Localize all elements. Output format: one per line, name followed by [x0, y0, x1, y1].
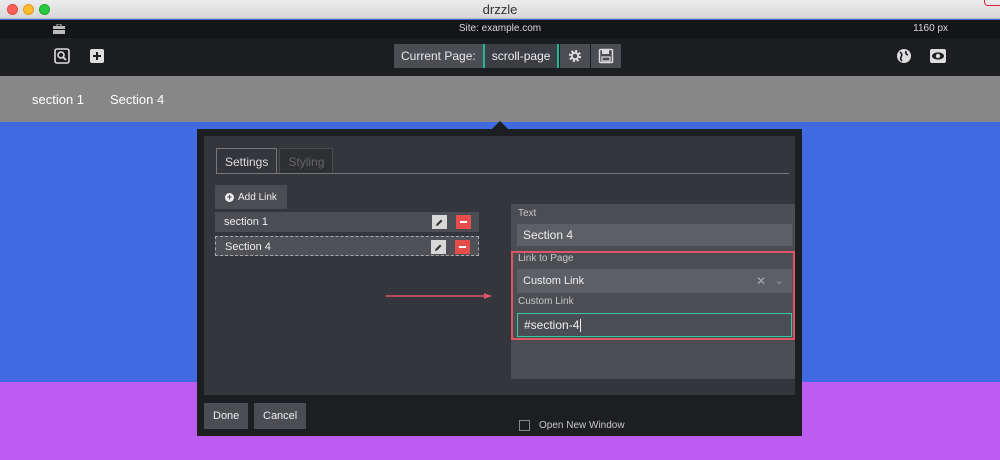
- link-text-input[interactable]: Section 4: [517, 224, 792, 246]
- open-new-window-checkbox[interactable]: [519, 420, 530, 431]
- link-item-section-1[interactable]: section 1: [215, 212, 479, 232]
- site-bar: Site: example.com 1160 px: [0, 20, 1000, 38]
- text-cursor: [580, 319, 582, 333]
- custom-link-input[interactable]: #section-4: [517, 313, 792, 337]
- custom-link-label: Custom Link: [518, 296, 574, 307]
- link-item-section-4[interactable]: Section 4: [215, 236, 479, 256]
- plus-circle-icon: +: [225, 191, 234, 202]
- viewport-width: 1160 px: [913, 23, 948, 34]
- nav-link-section-4[interactable]: Section 4: [110, 92, 164, 107]
- chevron-down-icon[interactable]: ⌄: [775, 269, 784, 293]
- link-editor-modal: Settings Styling + Add Link section 1 Se…: [197, 129, 802, 436]
- edit-link-button[interactable]: [431, 240, 446, 254]
- window-titlebar: drzzle: [0, 0, 1000, 19]
- edit-link-button[interactable]: [432, 215, 447, 229]
- add-page-icon[interactable]: [87, 46, 107, 66]
- text-label: Text: [518, 208, 537, 219]
- link-to-page-label: Link to Page: [518, 253, 574, 264]
- add-link-label: Add Link: [238, 191, 277, 203]
- tab-styling[interactable]: Styling: [279, 148, 334, 174]
- link-item-label: Section 4: [225, 241, 271, 253]
- minus-icon: [459, 246, 466, 248]
- annotation-arrow-icon: [386, 293, 492, 299]
- eye-icon[interactable]: [928, 46, 948, 66]
- page-settings-button[interactable]: [560, 44, 591, 68]
- add-link-button[interactable]: + Add Link: [215, 185, 287, 209]
- nav-link-section-1[interactable]: section 1: [32, 92, 84, 107]
- window-title: drzzle: [482, 2, 518, 17]
- site-domain: Site: example.com: [458, 23, 542, 34]
- link-to-page-select[interactable]: Custom Link ✕ ⌄: [517, 269, 792, 293]
- save-icon: [599, 48, 614, 64]
- pencil-icon: [435, 244, 442, 251]
- site-navigation: section 1 Section 4: [0, 76, 1000, 122]
- current-page-selector[interactable]: scroll-page: [482, 44, 560, 68]
- search-page-icon[interactable]: [52, 46, 72, 66]
- current-page-label: Current Page:: [394, 44, 483, 68]
- tab-settings[interactable]: Settings: [216, 148, 278, 174]
- open-new-window-label: Open New Window: [539, 420, 625, 431]
- remove-link-button[interactable]: [455, 240, 470, 254]
- remove-link-button[interactable]: [456, 215, 471, 229]
- link-item-label: section 1: [224, 216, 269, 228]
- done-button[interactable]: Done: [204, 403, 249, 429]
- gear-icon: [569, 49, 582, 63]
- globe-icon[interactable]: [894, 46, 914, 66]
- pencil-icon: [436, 219, 443, 226]
- custom-link-value: #section-4: [524, 318, 580, 332]
- cancel-button[interactable]: Cancel: [254, 403, 307, 429]
- minus-icon: [460, 221, 467, 223]
- editor-toolbar: Current Page: scroll-page: [0, 38, 1000, 76]
- tab-divider: [216, 173, 789, 174]
- modal-tabs: Settings Styling: [216, 148, 335, 174]
- modal-body: Settings Styling + Add Link section 1 Se…: [204, 136, 795, 431]
- corner-mark: [984, 0, 1000, 6]
- save-page-button[interactable]: [591, 44, 622, 68]
- current-page-group: Current Page: scroll-page: [394, 44, 622, 68]
- clear-selection-icon[interactable]: ✕: [756, 269, 766, 293]
- popover-pointer: [492, 121, 508, 129]
- select-value: Custom Link: [523, 275, 585, 287]
